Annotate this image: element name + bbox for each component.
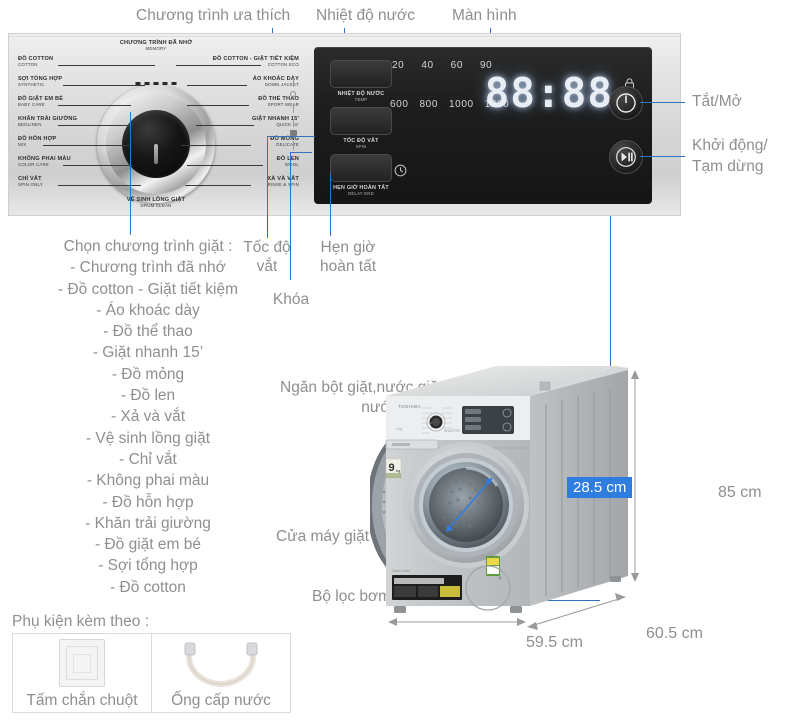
- program-list-item: - Đồ cotton: [110, 578, 186, 596]
- machine-foot: [510, 606, 522, 613]
- control-panel: CHƯƠNG TRÌNH ĐÃ NHỚ MEMORY ĐỒ COTTON COT…: [8, 33, 681, 216]
- temperature-scale: 20 40 60 90: [392, 60, 492, 71]
- width-label: 59.5 cm: [526, 634, 583, 651]
- program-list-item: - Chương trình đã nhớ: [70, 259, 226, 277]
- program-list-item: - Sợi tổng hợp: [98, 557, 198, 575]
- program-list-item: - Áo khoác dày: [96, 301, 200, 319]
- leader-delay-end: [330, 172, 331, 236]
- machine-foot: [610, 576, 621, 582]
- height-label: 85 cm: [718, 484, 762, 501]
- program-list-item: - Đồ len: [120, 387, 176, 405]
- temp-option-2: 60: [450, 60, 463, 71]
- mouse-guard-plate-icon: [13, 638, 151, 688]
- temperature-button[interactable]: [330, 60, 392, 88]
- callout-delay-end-line1: Hẹn giờ: [320, 239, 376, 256]
- capacity-badge: 9 kg: [385, 458, 402, 479]
- leader-spin-speed: [267, 216, 268, 238]
- favorite-indicator-icon: [290, 91, 296, 97]
- svg-text:TOSHIBA: TOSHIBA: [398, 404, 421, 409]
- dial-label-memory: CHƯƠNG TRÌNH ĐÃ NHỚ MEMORY: [119, 40, 193, 51]
- program-list-item: - Xả và vắt: [110, 408, 186, 426]
- program-list-title: Chọn chương trình giặt :: [63, 238, 233, 255]
- callout-delay-end-line2: hoàn tất: [319, 258, 377, 275]
- accessory-label: Tấm chắn chuột: [26, 692, 138, 709]
- program-list-item: - Giặt nhanh 15’: [92, 344, 204, 362]
- svg-text:INVERTER: INVERTER: [444, 429, 461, 433]
- accessory-item: Tấm chắn chuột: [13, 634, 151, 712]
- program-list-item: - Đồ hỗn hợp: [102, 493, 194, 511]
- leader-start-pause: [640, 156, 685, 157]
- spin-option-1: 800: [419, 99, 438, 110]
- dial-program-right-3: GIẶT NHANH 15' QUICK 15': [139, 116, 299, 127]
- indicator-tick-2: [293, 104, 294, 113]
- program-list-item: - Chỉ vắt: [119, 450, 177, 468]
- accessories-title: Phụ kiện kèm theo :: [12, 613, 149, 630]
- accessory-label: Ống cấp nước: [171, 692, 271, 709]
- callout-start-pause-line2: Tạm dừng: [692, 158, 764, 175]
- drum-depth-label: 28.5 cm: [567, 477, 633, 498]
- spin-speed-button[interactable]: [330, 107, 392, 135]
- water-inlet-hose-icon: [152, 638, 290, 688]
- dial-program-right-4: ĐỒ MỎNG DELICATE: [139, 136, 299, 147]
- depth-dimension-arrow: [530, 597, 623, 627]
- leader-power: [640, 102, 685, 103]
- clock-icon: [394, 164, 407, 182]
- door-opening: [403, 442, 529, 568]
- dial-label-drum-clean: VỆ SINH LỒNG GIẶT DRUM CLEAN: [126, 197, 186, 208]
- power-button[interactable]: [609, 86, 643, 120]
- callout-display: Màn hình: [452, 7, 517, 24]
- program-list-item: - Vệ sinh lồng giặt: [85, 429, 211, 447]
- delay-end-button[interactable]: [330, 154, 392, 182]
- depth-label: 60.5 cm: [646, 625, 703, 642]
- machine-control-strip: TOSHIBA 9 kg INVERTER: [386, 396, 530, 440]
- program-list-item: - Không phai màu: [86, 472, 210, 490]
- dial-program-right-1: ÁO KHOÁC DÀY DOWN JACKET: [139, 76, 299, 87]
- spin-option-0: 600: [390, 99, 409, 110]
- leader-lock-h: [290, 152, 312, 153]
- start-pause-button[interactable]: [609, 140, 643, 174]
- indicator-tick-4: [293, 141, 294, 150]
- program-list-item: - Đồ cotton - Giặt tiết kiệm: [57, 280, 239, 298]
- svg-text:9: 9: [389, 462, 395, 474]
- accessories-box: Tấm chắn chuột Ống cấp nước: [12, 633, 291, 713]
- time-readout: 88:88: [484, 69, 613, 117]
- program-list-item: - Đồ mỏng: [111, 365, 185, 383]
- program-list-item: - Khăn trải giường: [85, 514, 211, 532]
- temp-option-1: 40: [421, 60, 434, 71]
- callout-favorite-program: Chương trình ưa thích: [136, 7, 291, 24]
- leader-panel-to-machine: [610, 216, 611, 384]
- dial-program-right-2: ĐỒ THỂ THAO SPORT WEAR: [139, 96, 299, 107]
- svg-text:kg: kg: [396, 468, 400, 473]
- indicator-tick-3: [293, 119, 294, 127]
- program-list-item: - Đồ giặt em bé: [95, 536, 201, 554]
- callout-power: Tắt/Mở: [692, 93, 742, 110]
- machine-foot: [394, 606, 406, 613]
- detergent-drawer[interactable]: [385, 439, 439, 450]
- indicator-tick-1: [293, 78, 294, 87]
- dial-program-right-0: ĐỒ COTTON - GIẶT TIẾT KIỆM COTTON ECO: [139, 56, 299, 67]
- accessory-item: Ống cấp nước: [151, 634, 290, 712]
- program-list-item: - Đồ thể thao: [103, 323, 193, 341]
- electronic-display-module: NHIỆT ĐỘ NƯỚC TEMP TỐC ĐỘ VẮT SPIN HẸN G…: [314, 47, 652, 204]
- callout-door: Cửa máy giặt: [276, 528, 370, 545]
- washing-machine-illustration: TOSHIBA 9 kg INVERTER 9 kg Clean Linen: [370, 366, 639, 630]
- leader-spin-speed-h: [267, 136, 315, 137]
- callout-start-pause-line1: Khởi động/: [692, 137, 768, 154]
- dial-program-right-6: XẢ VÀ VẮT RINSE & SPIN: [139, 176, 299, 187]
- svg-text:Clean Linen: Clean Linen: [392, 569, 410, 573]
- callout-water-temperature: Nhiệt độ nước: [316, 7, 415, 24]
- svg-text:9 kg: 9 kg: [396, 427, 402, 431]
- temp-option-0: 20: [392, 60, 405, 71]
- dial-program-right-5: ĐỒ LEN WOOL: [139, 156, 299, 167]
- lcd-screen: 20 40 60 90 600 800 1000 1200 88:88: [389, 56, 639, 140]
- spin-option-2: 1000: [449, 99, 474, 110]
- program-list: Chọn chương trình giặt : - Chương trình …: [8, 236, 288, 598]
- leader-spin-speed-v: [267, 136, 268, 216]
- leader-program-dial: [130, 112, 131, 235]
